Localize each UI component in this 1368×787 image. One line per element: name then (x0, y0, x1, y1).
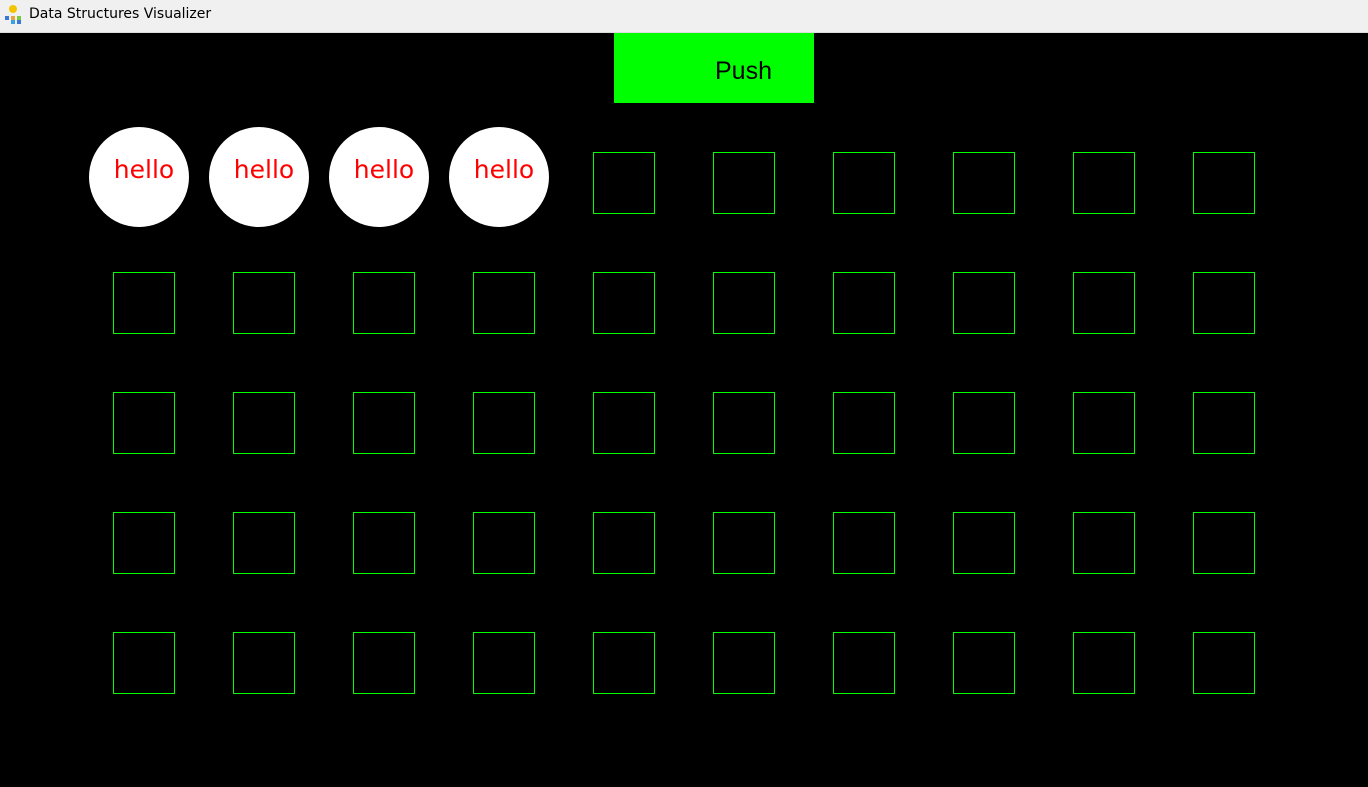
title-bar: Data Structures Visualizer (0, 0, 1368, 33)
empty-cell (593, 632, 655, 694)
empty-cell (713, 152, 775, 214)
stack-node-label: hello (113, 155, 175, 184)
empty-cell (713, 512, 775, 574)
push-button-label: Push (715, 57, 772, 85)
push-button[interactable]: Push (614, 33, 814, 103)
empty-cell (953, 632, 1015, 694)
app-icon (5, 5, 21, 24)
empty-cell (593, 272, 655, 334)
empty-cell (1073, 272, 1135, 334)
empty-cell (233, 512, 295, 574)
visualizer-canvas: Push hello hello hello hello (0, 33, 1368, 787)
empty-cell (1193, 272, 1255, 334)
empty-cell (593, 392, 655, 454)
stack-node: hello (449, 127, 549, 227)
empty-cell (713, 392, 775, 454)
empty-cell (713, 632, 775, 694)
empty-cell (833, 392, 895, 454)
empty-cell (113, 512, 175, 574)
empty-cell (953, 392, 1015, 454)
app-window: Data Structures Visualizer Push hello hel… (0, 0, 1368, 787)
empty-cell (473, 272, 535, 334)
empty-cell (473, 392, 535, 454)
empty-cell (953, 152, 1015, 214)
stack-node: hello (209, 127, 309, 227)
empty-cell (1193, 392, 1255, 454)
empty-cell (353, 272, 415, 334)
empty-cell (233, 632, 295, 694)
window-title: Data Structures Visualizer (29, 6, 212, 22)
empty-cell (353, 392, 415, 454)
empty-cell (953, 272, 1015, 334)
empty-cell (233, 392, 295, 454)
empty-cell (1073, 632, 1135, 694)
empty-cell (1193, 632, 1255, 694)
empty-cell (593, 152, 655, 214)
empty-cell (113, 632, 175, 694)
empty-cell (1193, 152, 1255, 214)
empty-cell (833, 632, 895, 694)
empty-cell (353, 632, 415, 694)
stack-node: hello (329, 127, 429, 227)
empty-cell (833, 512, 895, 574)
empty-cell (833, 152, 895, 214)
empty-cell (473, 632, 535, 694)
stack-node-label: hello (473, 155, 535, 184)
empty-cell (953, 512, 1015, 574)
empty-cell (113, 392, 175, 454)
empty-cell (1193, 512, 1255, 574)
empty-cell (1073, 392, 1135, 454)
empty-cell (713, 272, 775, 334)
empty-cell (1073, 152, 1135, 214)
stack-node-label: hello (353, 155, 415, 184)
empty-cell (473, 512, 535, 574)
stack-node-label: hello (233, 155, 295, 184)
empty-cell (1073, 512, 1135, 574)
empty-cell (353, 512, 415, 574)
empty-cell (833, 272, 895, 334)
stack-node: hello (89, 127, 189, 227)
empty-cell (113, 272, 175, 334)
empty-cell (233, 272, 295, 334)
empty-cell (593, 512, 655, 574)
